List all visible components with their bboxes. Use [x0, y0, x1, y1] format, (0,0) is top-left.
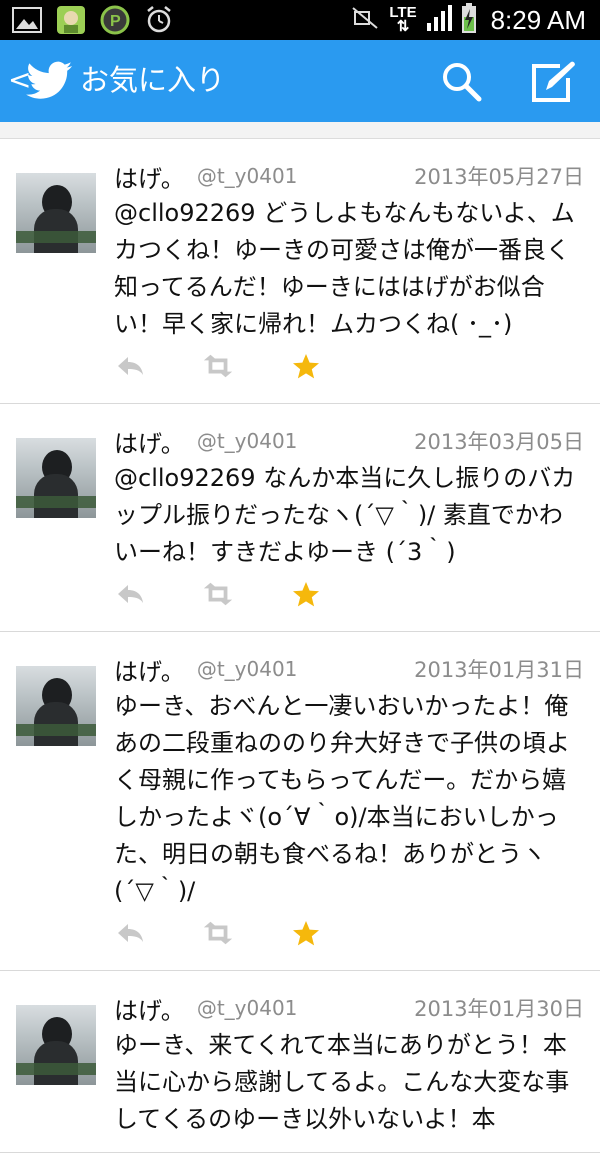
reply-icon[interactable] [114, 918, 146, 948]
app-icon [54, 6, 88, 34]
reply-icon[interactable] [114, 351, 146, 381]
tweet[interactable]: はげ。 @t_y0401 2013年03月05日 @cllo92269 なんか本… [0, 404, 600, 632]
user-handle: @t_y0401 [196, 996, 298, 1020]
user-name: はげ。 [114, 164, 185, 193]
signal-icon [425, 5, 453, 35]
tweet[interactable]: はげ。 @t_y0401 2013年01月30日 ゆーき、来てくれて本当にありが… [0, 971, 600, 1153]
timeline-gap [0, 122, 600, 139]
page-title: お気に入り [80, 63, 226, 97]
user-handle: @t_y0401 [196, 657, 298, 681]
search-icon[interactable] [440, 60, 482, 102]
tweet[interactable]: はげ。 @t_y0401 2013年05月27日 @cllo92269 どうしよ… [0, 139, 600, 404]
user-name: はげ。 [114, 996, 185, 1025]
favorite-star-icon[interactable] [290, 351, 322, 381]
tweet-date: 2013年05月27日 [414, 165, 584, 189]
tweet-date: 2013年03月05日 [414, 430, 584, 454]
avatar[interactable] [16, 173, 96, 253]
reply-icon[interactable] [114, 579, 146, 609]
twitter-bird-icon[interactable] [26, 60, 74, 100]
retweet-icon[interactable] [202, 579, 234, 609]
tweet-date: 2013年01月31日 [414, 658, 584, 682]
avatar[interactable] [16, 666, 96, 746]
clock: 8:29 AM [490, 4, 586, 35]
mute-icon [351, 6, 381, 34]
network-type: LTE ⇅ [389, 4, 417, 35]
alarm-icon [142, 6, 176, 34]
avatar[interactable] [16, 438, 96, 518]
battery-charging-icon [461, 3, 477, 37]
compose-icon[interactable] [530, 60, 578, 104]
avatar[interactable] [16, 1005, 96, 1085]
tweet-date: 2013年01月30日 [414, 997, 584, 1021]
svg-text:P: P [110, 13, 121, 30]
parking-app-icon: P [98, 5, 132, 35]
tweet[interactable]: はげ。 @t_y0401 2013年01月31日 ゆーき、おべんと一凄いおいかっ… [0, 632, 600, 971]
status-bar: P LTE ⇅ 8:29 AM [0, 0, 600, 40]
tweet-text: ゆーき、来てくれて本当にありがとう！本当に心から感謝してるよ。こんな大変な事して… [114, 1031, 570, 1133]
retweet-icon[interactable] [202, 351, 234, 381]
action-bar: < お気に入り [0, 40, 600, 122]
user-name: はげ。 [114, 429, 185, 458]
user-handle: @t_y0401 [196, 429, 298, 453]
favorite-star-icon[interactable] [290, 918, 322, 948]
retweet-icon[interactable] [202, 918, 234, 948]
tweet-text: @cllo92269 なんか本当に久し振りのバカップル振りだったなヽ(´▽｀)/… [114, 464, 576, 566]
favorite-star-icon[interactable] [290, 579, 322, 609]
image-icon [10, 6, 44, 34]
tweet-text: ゆーき、おべんと一凄いおいかったよ！俺あの二段重ねののり弁大好きで子供の頃よく母… [114, 692, 570, 905]
user-handle: @t_y0401 [196, 164, 298, 188]
tweet-text: @cllo92269 どうしよもなんもないよ、ムカつくね！ゆーきの可愛さは俺が一… [114, 199, 575, 338]
user-name: はげ。 [114, 657, 185, 686]
favorites-timeline[interactable]: はげ。 @t_y0401 2013年05月27日 @cllo92269 どうしよ… [0, 122, 600, 1153]
